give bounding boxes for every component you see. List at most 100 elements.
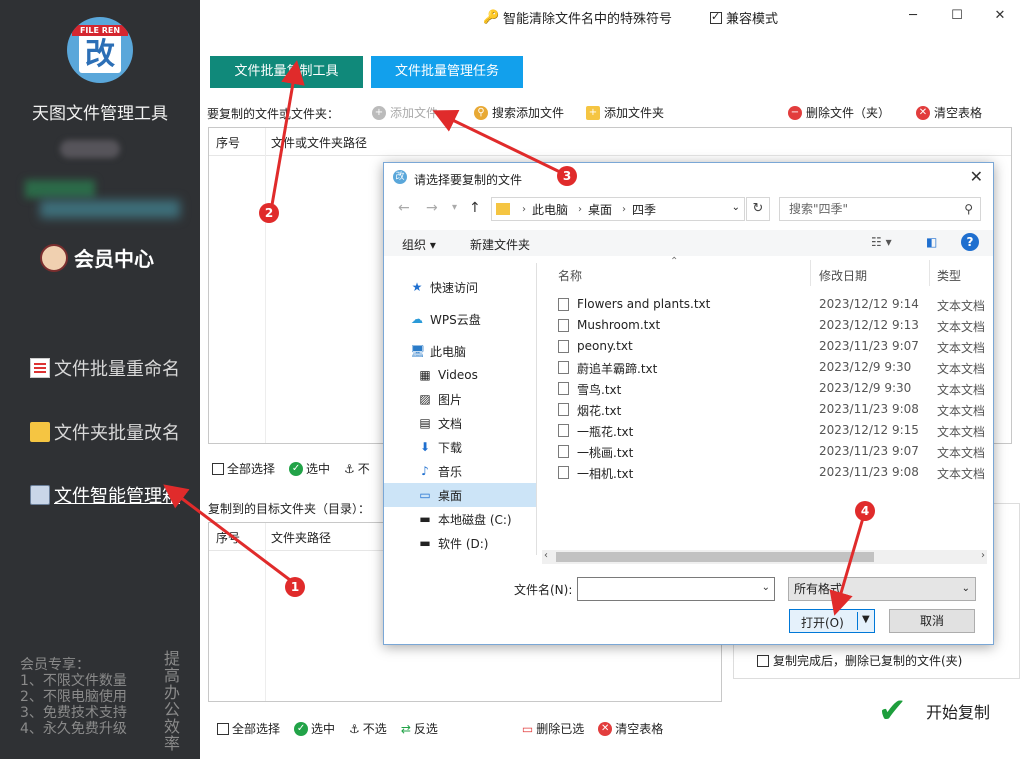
delete-icon: ▭	[521, 721, 534, 736]
file-type-select[interactable]: 所有格式 ⌄	[788, 577, 976, 601]
breadcrumb-segment[interactable]: 此电脑	[532, 201, 568, 218]
file-type: 文本文档	[937, 446, 986, 460]
search-add-button[interactable]: ⚲ 搜索添加文件	[474, 104, 564, 121]
preview-pane-icon[interactable]: ◧	[926, 235, 937, 249]
invert-button[interactable]: ⇄ 反选	[401, 720, 438, 737]
member-center-button[interactable]: 会员中心	[40, 243, 154, 272]
history-dropdown-icon[interactable]: ▾	[452, 202, 457, 213]
disk-icon: ▬	[419, 512, 431, 526]
file-row[interactable]: 烟花.txt 2023/11/23 9:08 文本文档	[542, 399, 992, 420]
search-icon: ⚲	[964, 202, 973, 216]
compat-mode-checkbox[interactable]: 兼容模式	[710, 8, 778, 27]
select-all-button[interactable]: 全部选择	[217, 720, 280, 737]
maximize-button[interactable]: ☐	[947, 6, 967, 26]
refresh-button[interactable]: ↻	[746, 197, 770, 221]
file-row[interactable]: 一瓶花.txt 2023/12/12 9:15 文本文档	[542, 420, 992, 441]
file-row[interactable]: 一相机.txt 2023/11/23 9:08 文本文档	[542, 462, 992, 483]
view-options-icon[interactable]: ☷ ▾	[871, 235, 892, 249]
nav-drive-d[interactable]: ▬ 软件 (D:)	[384, 531, 536, 555]
minimize-button[interactable]: ─	[903, 6, 923, 26]
start-copy-button[interactable]: ✔ 开始复制	[878, 694, 990, 728]
nav-wps-cloud[interactable]: ☁ WPS云盘	[384, 307, 536, 331]
tab-batch-task[interactable]: 文件批量管理任务	[371, 56, 523, 88]
clear-table-button[interactable]: ✕ 清空表格	[916, 104, 982, 121]
cloud-icon: ☁	[411, 312, 423, 326]
nav-file-manager[interactable]: 文件智能管理箱	[30, 482, 180, 508]
select-all-button[interactable]: 全部选择	[212, 460, 275, 477]
video-icon: ▦	[419, 368, 431, 382]
column-divider	[265, 523, 266, 701]
chevron-down-icon[interactable]: ▼	[862, 614, 870, 625]
select-button[interactable]: ✓ 选中	[289, 460, 330, 477]
breadcrumb-segment[interactable]: 桌面	[588, 201, 612, 218]
nav-music[interactable]: ♪ 音乐	[384, 459, 536, 483]
delete-after-copy-checkbox[interactable]: 复制完成后，删除已复制的文件(夹)	[757, 652, 962, 669]
cancel-button[interactable]: 取消	[889, 609, 975, 633]
back-arrow-icon[interactable]: ←	[398, 200, 410, 216]
download-icon: ⬇	[419, 440, 431, 454]
add-file-button[interactable]: + 添加文件	[372, 104, 438, 121]
nav-folder-rename[interactable]: 文件夹批量改名	[30, 419, 180, 445]
column-header-name[interactable]: 名称	[558, 267, 582, 284]
scroll-left-icon[interactable]: ‹	[544, 550, 548, 561]
file-name: 雪鸟.txt	[577, 383, 622, 397]
add-folder-button[interactable]: + 添加文件夹	[586, 104, 664, 121]
window-title: 🔑 智能清除文件名中的特殊符号	[483, 8, 672, 27]
file-date: 2023/11/23 9:07	[819, 339, 919, 353]
file-row[interactable]: 一桃画.txt 2023/11/23 9:07 文本文档	[542, 441, 992, 462]
scrollbar-thumb[interactable]	[556, 552, 874, 562]
nav-batch-rename[interactable]: 文件批量重命名	[30, 355, 180, 381]
minus-icon: −	[788, 105, 802, 120]
address-bar[interactable]: › 此电脑 › 桌面 › 四季 ⌄	[491, 197, 745, 221]
file-row[interactable]: 蔚追羊霸蹄.txt 2023/12/9 9:30 文本文档	[542, 357, 992, 378]
file-row[interactable]: Mushroom.txt 2023/12/12 9:13 文本文档	[542, 315, 992, 336]
dialog-close-button[interactable]: ✕	[970, 167, 983, 186]
file-date: 2023/12/12 9:14	[819, 297, 919, 311]
promo-vertical-text: 提高办公效率	[163, 649, 180, 753]
chevron-down-icon[interactable]: ⌄	[762, 582, 770, 593]
column-header-type[interactable]: 类型	[937, 267, 961, 284]
filename-input[interactable]: ⌄	[577, 577, 775, 601]
forward-arrow-icon[interactable]: →	[426, 200, 438, 216]
nav-videos[interactable]: ▦ Videos	[384, 363, 536, 387]
nav-documents[interactable]: ▤ 文档	[384, 411, 536, 435]
source-bottom-bar: 全部选择 ✓ 选中 ⚓ 不	[212, 460, 370, 477]
delete-files-button[interactable]: − 删除文件（夹）	[788, 104, 890, 121]
select-button[interactable]: ✓ 选中	[294, 720, 335, 737]
column-header-date[interactable]: 修改日期	[819, 267, 867, 284]
nav-quick-access[interactable]: ★ 快速访问	[384, 275, 536, 299]
folder-icon	[496, 203, 510, 215]
nav-pictures[interactable]: ▨ 图片	[384, 387, 536, 411]
nav-this-pc[interactable]: 🖥 此电脑	[384, 339, 536, 363]
promo-line: 会员专享：	[20, 657, 90, 673]
unselect-button[interactable]: ⚓ 不	[344, 460, 370, 477]
promo-line: 3、免费技术支持	[20, 705, 127, 721]
nav-local-disk-c[interactable]: ▬ 本地磁盘 (C:)	[384, 507, 536, 531]
help-icon[interactable]: ?	[961, 233, 979, 251]
file-row[interactable]: 雪鸟.txt 2023/12/9 9:30 文本文档	[542, 378, 992, 399]
select-label: 选中	[311, 722, 336, 736]
scroll-right-icon[interactable]: ›	[981, 550, 985, 561]
open-button[interactable]: 打开(O) ▼	[789, 609, 875, 633]
breadcrumb-segment[interactable]: 四季	[632, 201, 656, 218]
member-center-label: 会员中心	[74, 247, 154, 271]
file-row[interactable]: peony.txt 2023/11/23 9:07 文本文档	[542, 336, 992, 357]
nav-downloads[interactable]: ⬇ 下载	[384, 435, 536, 459]
nav-desktop[interactable]: ▭ 桌面	[384, 483, 536, 507]
horizontal-scrollbar[interactable]: ‹ ›	[542, 550, 987, 564]
search-input[interactable]: 搜索"四季" ⚲	[779, 197, 981, 221]
delete-selected-button[interactable]: ▭ 删除已选	[522, 720, 584, 737]
new-folder-button[interactable]: 新建文件夹	[470, 236, 530, 253]
organize-menu[interactable]: 组织 ▾	[402, 236, 436, 253]
up-arrow-icon[interactable]: ↑	[469, 200, 481, 216]
clear-table-button[interactable]: ✕ 清空表格	[598, 720, 663, 737]
manager-icon	[30, 485, 50, 505]
folder-add-icon: +	[586, 105, 600, 120]
file-row[interactable]: Flowers and plants.txt 2023/12/12 9:14 文本文…	[542, 294, 992, 315]
close-button[interactable]: ✕	[990, 6, 1010, 26]
tab-batch-copy[interactable]: 文件批量复制工具	[210, 56, 363, 88]
chevron-down-icon[interactable]: ⌄	[732, 202, 740, 213]
unselect-button[interactable]: ⚓ 不选	[349, 720, 387, 737]
checkbox-icon	[710, 10, 722, 24]
promo-line: 1、不限文件数量	[20, 673, 127, 689]
